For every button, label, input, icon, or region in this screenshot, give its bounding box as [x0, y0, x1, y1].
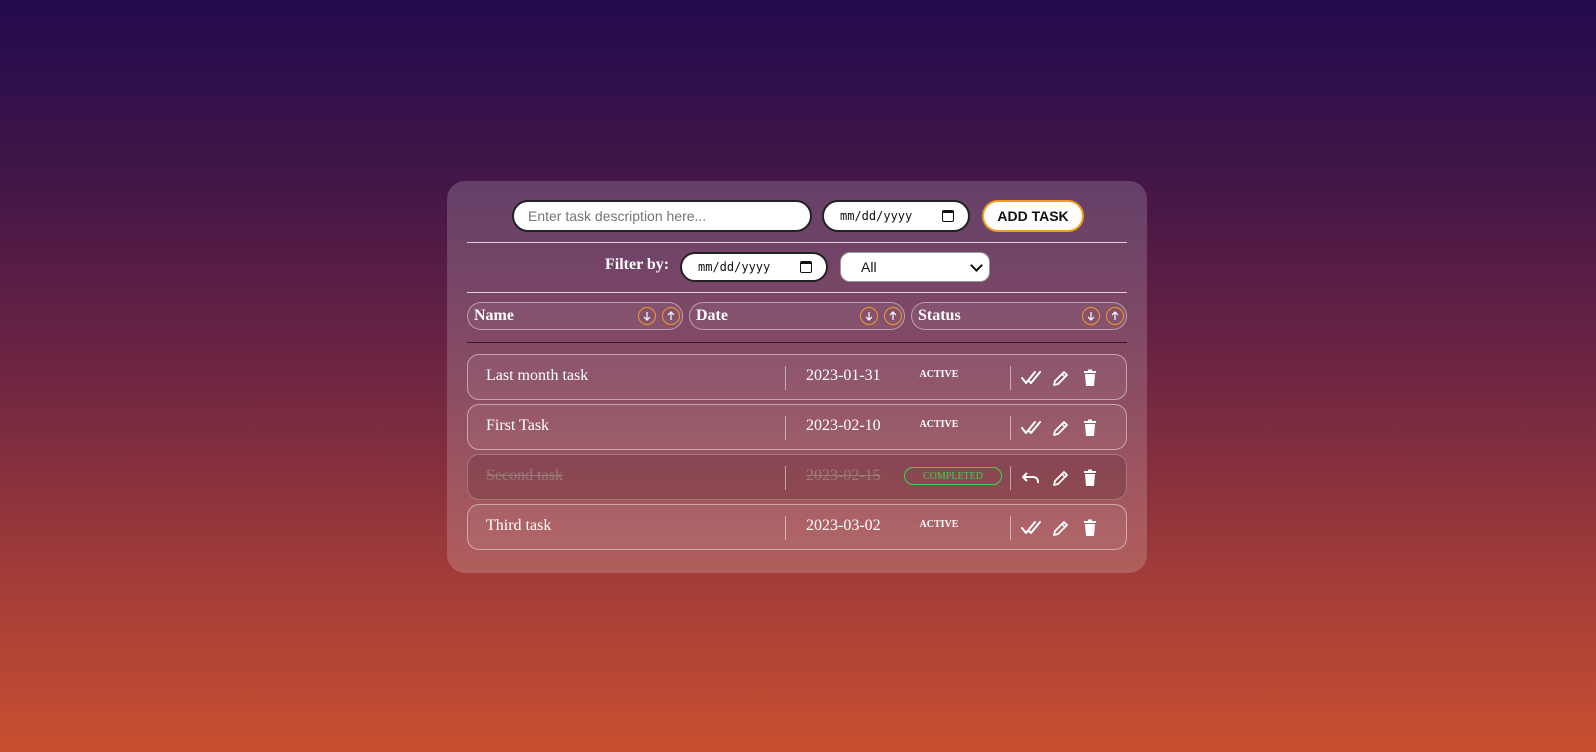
calendar-icon[interactable]: [942, 210, 954, 222]
task-row: Second task 2023-02-15 COMPLETED: [467, 454, 1127, 500]
column-separator: [1010, 366, 1011, 390]
table-header: Name Date Status: [467, 302, 1127, 330]
task-name: Last month task: [486, 367, 589, 384]
task-date: 2023-02-10: [806, 417, 881, 434]
trash-icon: [1084, 519, 1096, 536]
divider: [467, 242, 1127, 243]
delete-task-button[interactable]: [1080, 518, 1100, 538]
todo-card: mm/dd/yyyy ADD TASK Filter by: mm/dd/yyy…: [447, 181, 1147, 573]
filter-row: Filter by: mm/dd/yyyy All: [447, 252, 1147, 282]
column-separator: [1010, 466, 1011, 490]
column-separator: [785, 466, 786, 490]
header-date: Date: [689, 302, 905, 330]
divider: [467, 342, 1127, 343]
filter-date-input[interactable]: mm/dd/yyyy: [680, 252, 828, 282]
double-check-icon: [1021, 371, 1041, 384]
task-row: Third task 2023-03-02 ACTIVE: [467, 504, 1127, 550]
status-badge: COMPLETED: [904, 467, 1002, 485]
header-name-label: Name: [474, 307, 514, 324]
add-task-form: mm/dd/yyyy ADD TASK: [447, 200, 1147, 232]
column-separator: [1010, 516, 1011, 540]
edit-task-button[interactable]: [1051, 468, 1071, 488]
column-separator: [785, 516, 786, 540]
delete-task-button[interactable]: [1080, 468, 1100, 488]
sort-status-desc-button[interactable]: [1082, 307, 1100, 325]
header-date-label: Date: [696, 307, 728, 324]
column-separator: [785, 366, 786, 390]
edit-task-button[interactable]: [1051, 368, 1071, 388]
status-filter-value: All: [861, 259, 877, 275]
status-filter-select[interactable]: All: [840, 252, 990, 282]
task-name: Second task: [486, 467, 563, 484]
trash-icon: [1084, 469, 1096, 486]
task-date: 2023-02-15: [806, 467, 881, 484]
status-badge: ACTIVE: [919, 369, 959, 380]
trash-icon: [1084, 419, 1096, 436]
task-date-input[interactable]: mm/dd/yyyy: [822, 200, 970, 232]
filter-label: Filter by:: [605, 256, 670, 273]
complete-task-button[interactable]: [1021, 518, 1041, 538]
edit-task-button[interactable]: [1051, 418, 1071, 438]
task-description-input[interactable]: [512, 200, 812, 232]
sort-name-desc-button[interactable]: [638, 307, 656, 325]
task-date: 2023-01-31: [806, 367, 881, 384]
sort-date-desc-button[interactable]: [860, 307, 878, 325]
double-check-icon: [1021, 521, 1041, 534]
trash-icon: [1084, 369, 1096, 386]
task-date-placeholder: mm/dd/yyyy: [840, 209, 913, 223]
status-badge: ACTIVE: [919, 519, 959, 530]
arrow-up-icon: [889, 311, 897, 320]
header-name: Name: [467, 302, 683, 330]
complete-task-button[interactable]: [1021, 368, 1041, 388]
undo-icon: [1022, 472, 1039, 483]
pencil-icon: [1053, 521, 1068, 536]
column-separator: [1010, 416, 1011, 440]
sort-status-asc-button[interactable]: [1106, 307, 1124, 325]
task-name: First Task: [486, 417, 550, 434]
arrow-down-icon: [643, 312, 651, 321]
sort-date-asc-button[interactable]: [884, 307, 902, 325]
task-date: 2023-03-02: [806, 517, 881, 534]
chevron-down-icon: [970, 258, 983, 272]
pencil-icon: [1053, 471, 1068, 486]
edit-task-button[interactable]: [1051, 518, 1071, 538]
filter-date-placeholder: mm/dd/yyyy: [698, 260, 771, 274]
pencil-icon: [1053, 371, 1068, 386]
sort-name-asc-button[interactable]: [662, 307, 680, 325]
delete-task-button[interactable]: [1080, 368, 1100, 388]
divider: [467, 292, 1127, 293]
complete-task-button[interactable]: [1021, 418, 1041, 438]
status-badge: ACTIVE: [919, 419, 959, 430]
arrow-up-icon: [1111, 311, 1119, 320]
header-status-label: Status: [918, 307, 961, 324]
undo-task-button[interactable]: [1021, 468, 1041, 488]
add-task-button[interactable]: ADD TASK: [982, 200, 1084, 232]
arrow-down-icon: [1087, 312, 1095, 321]
calendar-icon[interactable]: [800, 261, 812, 273]
delete-task-button[interactable]: [1080, 418, 1100, 438]
double-check-icon: [1021, 421, 1041, 434]
column-separator: [785, 416, 786, 440]
task-row: Last month task 2023-01-31 ACTIVE: [467, 354, 1127, 400]
task-name: Third task: [486, 517, 552, 534]
arrow-up-icon: [667, 311, 675, 320]
header-status: Status: [911, 302, 1127, 330]
arrow-down-icon: [865, 312, 873, 321]
task-row: First Task 2023-02-10 ACTIVE: [467, 404, 1127, 450]
pencil-icon: [1053, 421, 1068, 436]
